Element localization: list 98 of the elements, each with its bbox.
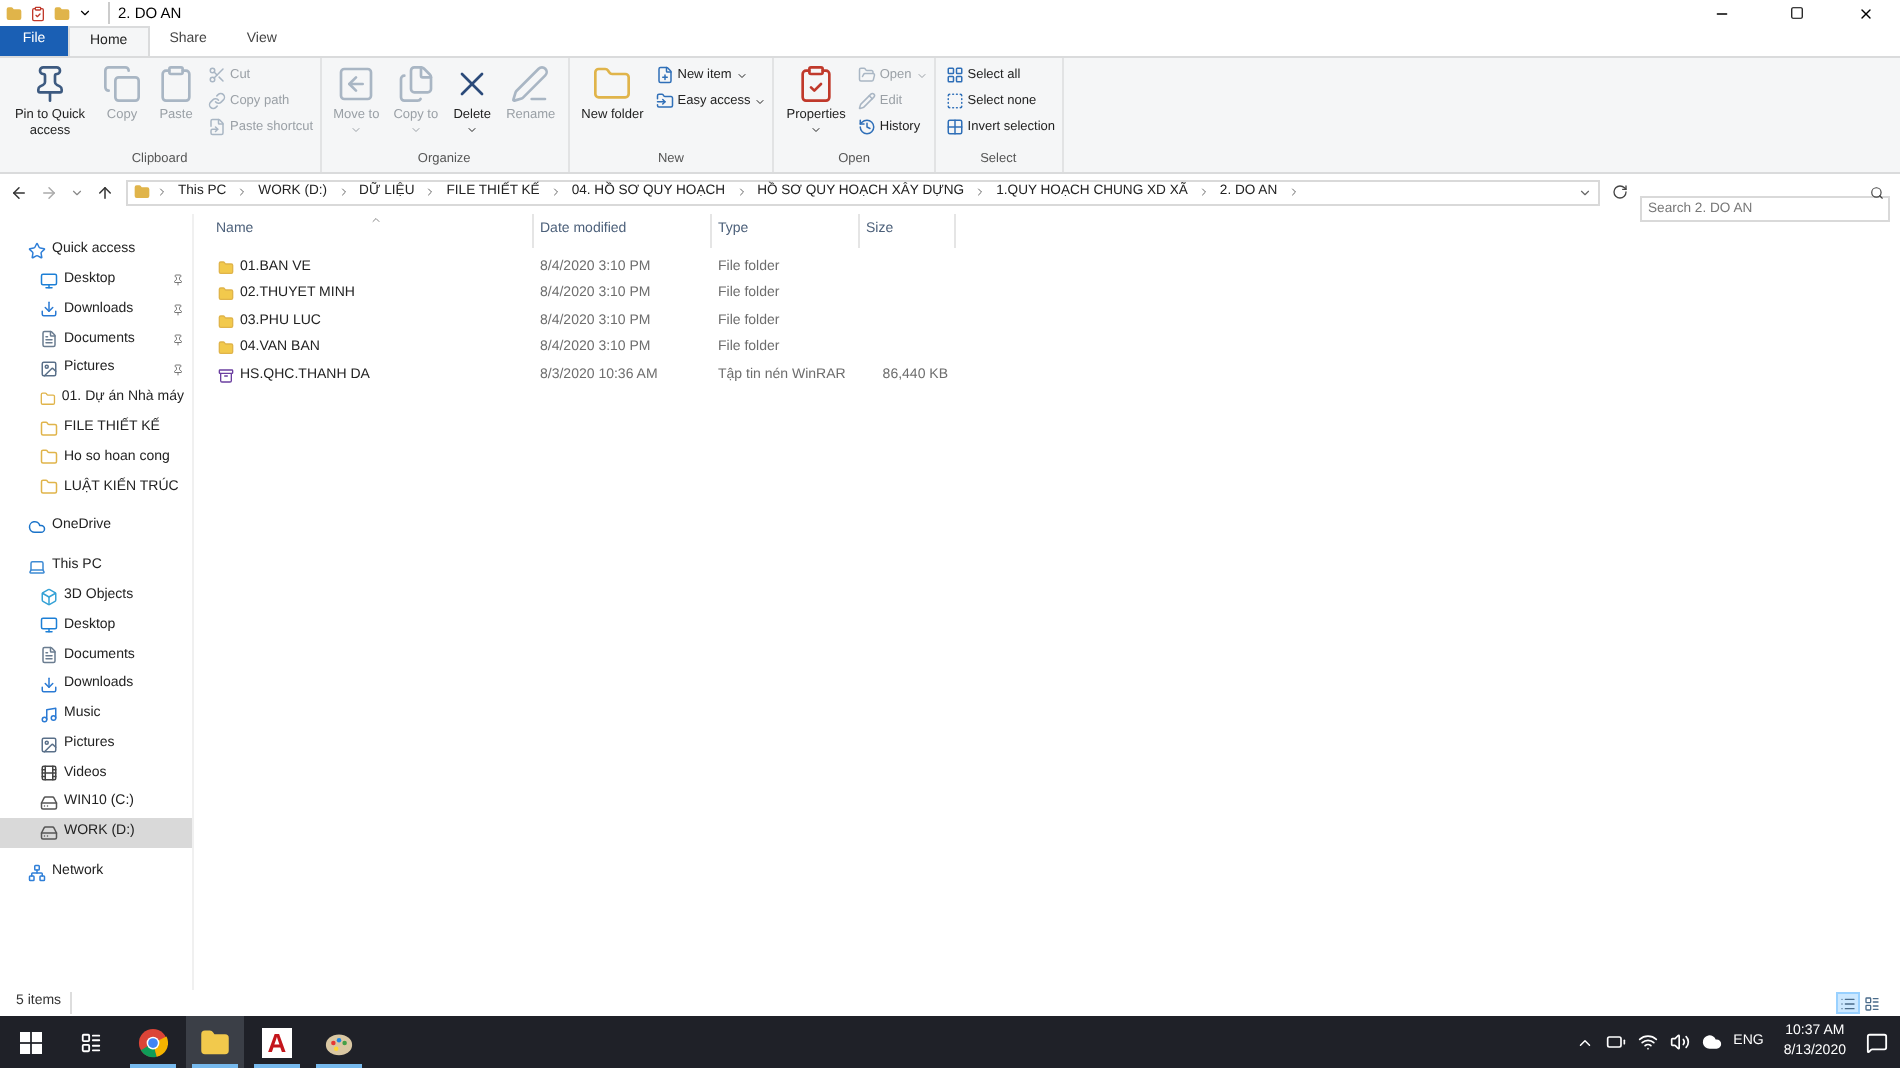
ribbon-icon	[510, 64, 551, 104]
folder-icon	[54, 5, 70, 21]
pin-icon	[172, 303, 184, 316]
caret-icon	[466, 124, 479, 136]
tiles-icon	[1864, 995, 1880, 1011]
sidebar-icon	[40, 448, 58, 467]
running-indicator	[254, 1064, 300, 1068]
running-indicator	[316, 1064, 362, 1068]
folder-icon	[218, 259, 234, 276]
maximize-icon[interactable]	[1790, 6, 1804, 20]
caret-icon	[754, 95, 767, 107]
chevron-icon	[974, 186, 987, 198]
up-icon[interactable]	[96, 183, 114, 201]
caret-icon	[78, 6, 92, 20]
sidebar-icon	[40, 676, 58, 695]
sidebar-icon	[40, 587, 58, 606]
taskbar-app[interactable]	[186, 1016, 244, 1068]
ribbon-icon	[395, 64, 436, 104]
sidebar-icon	[40, 824, 58, 843]
sidebar-icon	[40, 735, 58, 754]
ribbon-icon	[945, 118, 964, 136]
properties-icon	[30, 5, 46, 21]
view-toggle[interactable]	[1836, 992, 1860, 1014]
volume-icon[interactable]	[1669, 1032, 1690, 1052]
ribbon-icon	[857, 66, 876, 84]
sidebar-icon	[40, 478, 58, 497]
caret-icon	[915, 69, 928, 81]
folder-icon	[200, 1027, 230, 1057]
cloud-icon[interactable]	[1701, 1032, 1722, 1052]
running-indicator	[192, 1064, 238, 1068]
ribbon-icon	[208, 66, 226, 84]
ribbon-icon	[336, 64, 377, 104]
sidebar-icon	[28, 863, 46, 882]
battery-icon[interactable]	[1605, 1032, 1626, 1052]
sort-icon	[370, 214, 382, 226]
close-icon[interactable]	[1858, 5, 1874, 21]
sidebar-icon	[40, 646, 58, 665]
ribbon-icon	[208, 92, 226, 110]
pin-icon	[172, 363, 184, 376]
running-indicator	[130, 1064, 176, 1068]
ribbon-icon	[156, 64, 196, 104]
sidebar-icon	[28, 557, 46, 576]
task-view-icon	[79, 1031, 101, 1053]
ribbon-icon	[208, 118, 226, 136]
caret-icon	[810, 124, 823, 136]
windows-icon	[19, 1031, 41, 1053]
sidebar-icon	[40, 794, 58, 813]
taskbar-app[interactable]: A	[248, 1016, 306, 1068]
caret-icon	[409, 124, 422, 136]
pin-icon	[172, 274, 184, 287]
folder-icon	[6, 5, 22, 21]
caret-icon	[350, 124, 363, 136]
archive-icon	[218, 367, 234, 384]
refresh-icon[interactable]	[1612, 184, 1628, 200]
ribbon-icon	[857, 118, 876, 136]
wifi-icon[interactable]	[1637, 1032, 1658, 1052]
ribbon-icon	[102, 64, 142, 104]
chevron-icon	[549, 186, 562, 198]
chevron-icon	[1197, 186, 1210, 198]
sidebar-icon	[40, 389, 56, 408]
dropdown-icon[interactable]	[1578, 185, 1592, 199]
caret-icon	[735, 69, 748, 81]
ribbon-icon	[857, 92, 876, 110]
chevron-icon	[1287, 186, 1300, 198]
recent-icon[interactable]	[70, 185, 84, 199]
search-icon	[1870, 185, 1884, 199]
folder-icon	[218, 313, 234, 330]
chevron-icon	[337, 186, 350, 198]
chevron-icon	[735, 186, 748, 198]
list-icon	[1840, 995, 1856, 1011]
sidebar-icon	[28, 518, 46, 537]
ribbon-icon	[796, 64, 837, 104]
pin-icon	[172, 333, 184, 346]
chevron-icon	[236, 186, 249, 198]
sidebar-icon	[40, 360, 58, 379]
folder-icon	[218, 340, 234, 357]
chevron-icon	[156, 186, 168, 198]
app-logo: A	[262, 1027, 292, 1057]
sidebar-icon	[40, 300, 58, 319]
sidebar-icon	[40, 419, 58, 438]
notification-icon[interactable]	[1866, 1031, 1888, 1053]
sidebar-icon	[40, 705, 58, 724]
sidebar-icon	[40, 616, 58, 635]
folder-icon	[218, 286, 234, 303]
back-icon[interactable]	[10, 183, 28, 201]
sidebar-icon	[40, 330, 58, 349]
ribbon-icon	[592, 64, 633, 104]
sidebar-icon	[40, 271, 58, 290]
folder-icon	[134, 184, 150, 200]
ribbon-icon	[655, 66, 674, 84]
ribbon-icon	[655, 92, 674, 110]
browser-icon	[138, 1027, 168, 1057]
ribbon-icon	[945, 92, 964, 110]
ribbon-icon	[945, 66, 964, 84]
chevron-icon	[424, 186, 437, 198]
view-toggle[interactable]	[1860, 992, 1884, 1014]
sidebar-icon	[40, 764, 58, 783]
sidebar-icon	[28, 241, 46, 260]
